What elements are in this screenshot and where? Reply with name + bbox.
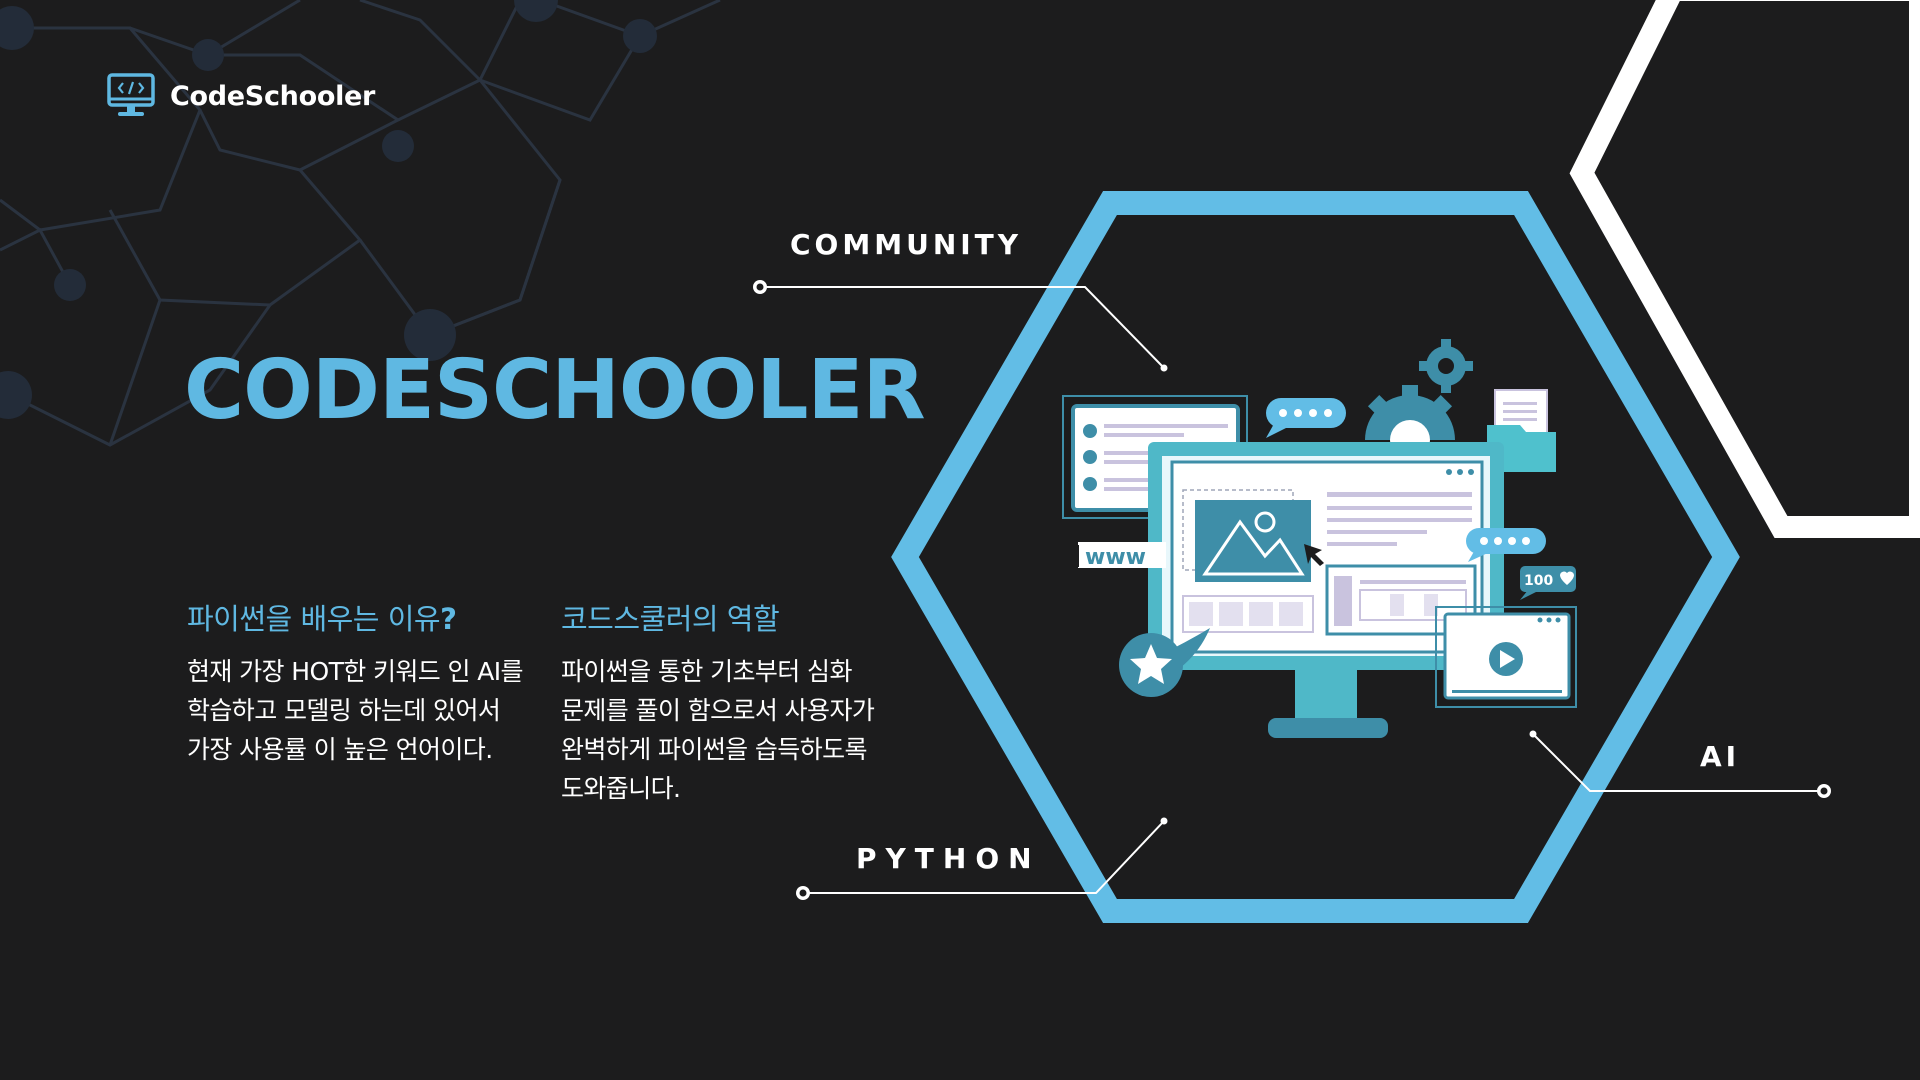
callout-python: PYTHON [856, 842, 1041, 875]
section-body: 파이썬을 통한 기초부터 심화 문제를 풀이 함으로서 사용자가 완벽하게 파이… [561, 657, 875, 803]
brand-logo[interactable]: CodeSchooler [106, 72, 375, 120]
monitor-code-icon [107, 73, 155, 116]
section-why-python: 파이썬을 배우는 이유? 현재 가장 HOT한 키워드 인 AI를 학습하고 모… [187, 596, 537, 769]
gear-icon [1365, 339, 1473, 460]
brand-name: CodeSchooler [170, 80, 376, 112]
url-tag: www [1076, 542, 1166, 570]
white-hexagon-decoration [1569, 0, 1920, 538]
section-heading-mark: ? [440, 602, 457, 636]
url-tag-text: www [1085, 545, 1146, 570]
chat-bubble-icon [1266, 398, 1346, 438]
likes-count: 100 [1524, 573, 1553, 589]
callout-ai: AI [1700, 740, 1741, 773]
background-graphics: www 100 [0, 0, 1920, 923]
section-body: 현재 가장 HOT한 키워드 인 AI를 학습하고 모델링 하는데 있어서 가장… [187, 657, 524, 764]
callout-community: COMMUNITY [790, 228, 1023, 261]
page-title: CODESCHOOLER [184, 343, 926, 438]
section-heading: 파이썬을 배우는 이유? [187, 596, 537, 638]
slide: www 100 CodeSchooler CODESCHOOLER 파이썬을 배… [0, 0, 1920, 1080]
chat-bubble-icon [1466, 528, 1546, 562]
section-heading-text: 파이썬을 배우는 이유 [187, 602, 441, 636]
web-illustration: www 100 [1062, 339, 1577, 738]
video-player-icon [1435, 606, 1577, 708]
section-role: 코드스쿨러의 역할 파이썬을 통한 기초부터 심화 문제를 풀이 함으로서 사용… [561, 596, 911, 808]
section-heading: 코드스쿨러의 역할 [561, 602, 780, 636]
